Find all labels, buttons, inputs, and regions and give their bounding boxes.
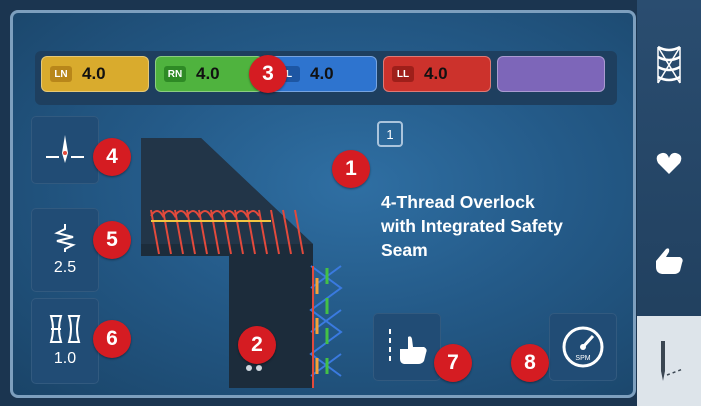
needle-position-button[interactable] xyxy=(31,116,99,184)
callout-badge: 5 xyxy=(93,221,131,259)
thread-l-value: 4.0 xyxy=(310,64,334,83)
stitch-pattern-icon xyxy=(657,45,681,84)
thread-extra-button[interactable] xyxy=(497,56,605,92)
thread-ll-tag: LL xyxy=(392,66,414,82)
thread-ln-button[interactable]: LN 4.0 xyxy=(41,56,149,92)
heart-icon xyxy=(656,152,682,174)
callout-badge: 6 xyxy=(93,320,131,358)
differential-feed-icon xyxy=(49,315,81,343)
hand-guide-button[interactable] xyxy=(373,313,441,381)
thread-ln-value: 4.0 xyxy=(82,64,106,83)
sidebar-item-stitch-pattern[interactable] xyxy=(637,22,701,108)
stitch-number: 1 xyxy=(377,121,403,147)
thread-ll-button[interactable]: LL 4.0 xyxy=(383,56,491,92)
spm-speedometer-icon: SPM xyxy=(562,326,604,368)
sidebar-item-needle[interactable] xyxy=(637,316,701,406)
stitch-length-button[interactable]: 2.5 xyxy=(31,208,99,292)
callout-badge: 3 xyxy=(249,55,287,93)
callout-badge: 4 xyxy=(93,138,131,176)
callout-badge: 1 xyxy=(332,150,370,188)
needle-icon xyxy=(661,341,684,381)
stitch-length-value: 2.5 xyxy=(53,259,77,276)
stitch-length-icon xyxy=(54,224,76,252)
sidebar-item-favorites[interactable] xyxy=(637,120,701,206)
stitch-illustration xyxy=(141,138,343,388)
device-frame: LN 4.0 RN 4.0 L 4.0 LL 4.0 2.5 1.0 1 4-T… xyxy=(0,0,701,406)
hand-guide-icon xyxy=(389,329,427,365)
thread-rn-button[interactable]: RN 4.0 xyxy=(155,56,263,92)
speed-label: SPM xyxy=(575,355,590,362)
thread-tension-bar: LN 4.0 RN 4.0 L 4.0 LL 4.0 xyxy=(35,51,617,105)
callout-badge: 8 xyxy=(511,344,549,382)
thread-ll-value: 4.0 xyxy=(424,64,448,83)
thread-rn-value: 4.0 xyxy=(196,64,220,83)
hand-icon xyxy=(656,248,683,274)
sidebar-item-guide[interactable] xyxy=(637,215,701,301)
stitch-description: 4-Thread Overlock with Integrated Safety… xyxy=(381,192,563,260)
callout-badge: 2 xyxy=(238,326,276,364)
mode-sidebar xyxy=(637,0,701,406)
needle-position-icon xyxy=(46,135,84,163)
callout-badge: 7 xyxy=(434,344,472,382)
differential-feed-button[interactable]: 1.0 xyxy=(31,298,99,384)
thread-ln-tag: LN xyxy=(50,66,72,82)
thread-rn-tag: RN xyxy=(164,66,186,82)
speed-spm-button[interactable]: SPM xyxy=(549,313,617,381)
touch-screen: LN 4.0 RN 4.0 L 4.0 LL 4.0 2.5 1.0 1 4-T… xyxy=(10,10,636,398)
differential-feed-value: 1.0 xyxy=(53,350,77,367)
